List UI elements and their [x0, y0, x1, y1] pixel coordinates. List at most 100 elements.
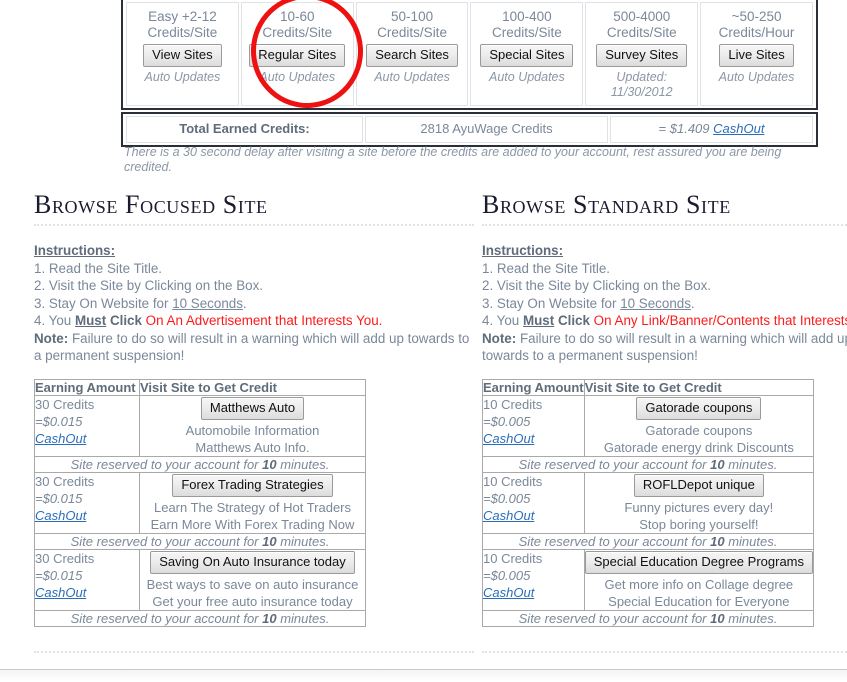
nav-card-view-sites[interactable]: Easy +2-12 Credits/Site View Sites Auto … — [126, 2, 239, 106]
column-bottom-divider — [482, 650, 847, 653]
dollar-value: =$0.015 — [35, 490, 83, 506]
cashout-link[interactable]: CashOut — [483, 430, 584, 447]
credits-value: 10 Credits — [483, 396, 543, 412]
visit-site-button[interactable]: ROFLDepot unique — [633, 473, 764, 497]
instruction-step-4-click: Click — [106, 313, 146, 328]
visit-site-cell: Gatorade coupons Gatorade coupons Gatora… — [583, 394, 815, 457]
visit-site-button[interactable]: Gatorade coupons — [636, 396, 762, 420]
dollar-value: =$0.005 — [483, 413, 531, 429]
nav-card-rate: 500-4000 — [613, 9, 671, 24]
cashout-link[interactable]: CashOut — [483, 584, 584, 601]
table-row: 30 Credits =$0.015 CashOut Forex Trading… — [34, 471, 366, 534]
instruction-step-4-emphasis: On An Advertisement that Interests You. — [145, 313, 383, 328]
nav-card-unit: Credits/Site — [262, 25, 333, 40]
nav-card-special-sites[interactable]: 100-400 Credits/Site Special Sites Auto … — [470, 2, 584, 106]
instruction-step-3-pre: 3. Stay On Website for — [34, 295, 173, 311]
visit-site-cell: Special Education Degree Programs Get mo… — [583, 548, 815, 611]
cashout-link[interactable]: CashOut — [35, 430, 139, 447]
instruction-note-label: Note: — [34, 330, 69, 346]
reservation-minutes: 10 — [710, 533, 725, 549]
browse-standard-site-column: Browse Standard Site Instructions: 1. Re… — [482, 190, 847, 653]
credit-delay-note: There is a 30 second delay after visitin… — [124, 145, 782, 174]
reservation-notice: Site reserved to your account for 10 min… — [482, 609, 814, 627]
reserved-row: Site reserved to your account for 10 min… — [482, 455, 814, 473]
credits-value: 10 Credits — [483, 550, 543, 566]
nav-card-unit: Credits/Site — [147, 25, 218, 40]
instruction-step-3-pre: 3. Stay On Website for — [482, 295, 621, 311]
nav-card-rate: 100-400 — [502, 9, 552, 24]
visit-site-cell: Forex Trading Strategies Learn The Strat… — [139, 471, 366, 534]
reservation-minutes: 10 — [262, 456, 277, 472]
column-bottom-divider — [34, 650, 474, 653]
instruction-step-2: 2. Visit the Site by Clicking on the Box… — [482, 278, 712, 293]
instruction-step-4-pre: 4. You — [34, 313, 75, 328]
nav-card-rate: 50-100 — [391, 9, 434, 24]
dollar-value: =$0.015 — [35, 413, 83, 429]
regular-sites-button[interactable]: Regular Sites — [249, 44, 346, 67]
reserved-row: Site reserved to your account for 10 min… — [34, 609, 366, 627]
credits-value: 30 Credits — [35, 550, 95, 566]
site-category-nav: Easy +2-12 Credits/Site View Sites Auto … — [121, 0, 818, 110]
total-earned-credits-label: Total Earned Credits: — [126, 116, 363, 143]
visit-site-cell: Matthews Auto Automobile Information Mat… — [139, 394, 366, 457]
cashout-link[interactable]: CashOut — [35, 507, 139, 524]
page-title-focused: Browse Focused Site — [34, 190, 268, 219]
nav-card-note: Auto Updates — [489, 70, 565, 84]
reservation-post: minutes. — [724, 456, 778, 472]
table-row: 30 Credits =$0.015 CashOut Matthews Auto… — [34, 394, 366, 457]
reservation-post: minutes. — [276, 610, 330, 626]
instruction-step-3: 3. Stay On Website for 10 Seconds. — [482, 295, 847, 313]
nav-card-live-sites[interactable]: ~50-250 Credits/Hour Live Sites Auto Upd… — [700, 2, 813, 106]
reservation-post: minutes. — [724, 610, 778, 626]
earning-amount-cell: 10 Credits =$0.005 CashOut — [482, 471, 585, 534]
live-sites-button[interactable]: Live Sites — [719, 44, 794, 67]
nav-card-unit: Credits/Site — [377, 25, 447, 40]
cashout-link[interactable]: CashOut — [483, 507, 584, 524]
site-description-line-1: Gatorade coupons — [645, 422, 753, 438]
column-header-earning-amount: Earning Amount — [482, 378, 585, 396]
nav-card-unit: Credits/Site — [492, 25, 562, 40]
visit-site-button[interactable]: Special Education Degree Programs — [584, 550, 813, 574]
search-sites-button[interactable]: Search Sites — [366, 44, 458, 67]
site-description-line-1: Best ways to save on auto insurance — [146, 576, 359, 592]
survey-sites-button[interactable]: Survey Sites — [596, 44, 688, 67]
title-divider — [482, 224, 847, 226]
view-sites-button[interactable]: View Sites — [143, 44, 222, 67]
credits-value: 30 Credits — [35, 396, 95, 412]
nav-card-search-sites[interactable]: 50-100 Credits/Site Search Sites Auto Up… — [355, 2, 469, 106]
visit-site-button[interactable]: Forex Trading Strategies — [172, 473, 333, 497]
instruction-step-2: 2. Visit the Site by Clicking on the Box… — [34, 278, 264, 293]
table-header-row: Earning Amount Visit Site to Get Credit — [482, 378, 815, 396]
total-earned-credits-value: 2818 AyuWage Credits — [365, 116, 608, 143]
reservation-post: minutes. — [724, 533, 778, 549]
visit-site-button[interactable]: Saving On Auto Insurance today — [150, 550, 355, 574]
special-sites-button[interactable]: Special Sites — [480, 44, 574, 67]
nav-card-regular-sites[interactable]: 10-60 Credits/Site Regular Sites Auto Up… — [240, 2, 354, 106]
reservation-pre: Site reserved to your account for — [70, 533, 263, 549]
instruction-step-3-post: . — [242, 295, 247, 311]
nav-card-note: Auto Updates — [374, 70, 450, 84]
reservation-minutes: 10 — [262, 533, 277, 549]
dollar-value: =$0.005 — [483, 490, 531, 506]
reserved-row: Site reserved to your account for 10 min… — [482, 609, 814, 627]
instruction-note: Note: Failure to do so will result in a … — [482, 330, 847, 365]
nav-card-unit: Credits/Hour — [718, 25, 795, 40]
site-description-line-2: Get your free auto insurance today — [152, 593, 353, 609]
reservation-notice: Site reserved to your account for 10 min… — [482, 532, 814, 550]
reservation-notice: Site reserved to your account for 10 min… — [34, 609, 366, 627]
visit-site-button[interactable]: Matthews Auto — [200, 396, 305, 420]
nav-card-survey-sites[interactable]: 500-4000 Credits/Site Survey Sites Updat… — [585, 2, 699, 106]
site-description-line-2: Special Education for Everyone — [608, 593, 790, 609]
cashout-link[interactable]: CashOut — [35, 584, 139, 601]
instruction-note-text: Failure to do so will result in a warnin… — [34, 330, 470, 364]
instruction-step-4-click: Click — [554, 313, 594, 328]
site-description-line-2: Matthews Auto Info. — [195, 439, 310, 455]
nav-card-rate: Easy +2-12 — [148, 9, 217, 24]
credits-value: 10 Credits — [483, 473, 543, 489]
instruction-note-label: Note: — [482, 330, 517, 346]
reservation-post: minutes. — [276, 456, 330, 472]
visit-site-cell: ROFLDepot unique Funny pictures every da… — [583, 471, 815, 534]
instruction-step-4: 4. You Must Click On Any Link/Banner/Con… — [482, 312, 847, 330]
cashout-link[interactable]: CashOut — [713, 121, 764, 136]
nav-card-note: Auto Updates — [718, 70, 795, 84]
